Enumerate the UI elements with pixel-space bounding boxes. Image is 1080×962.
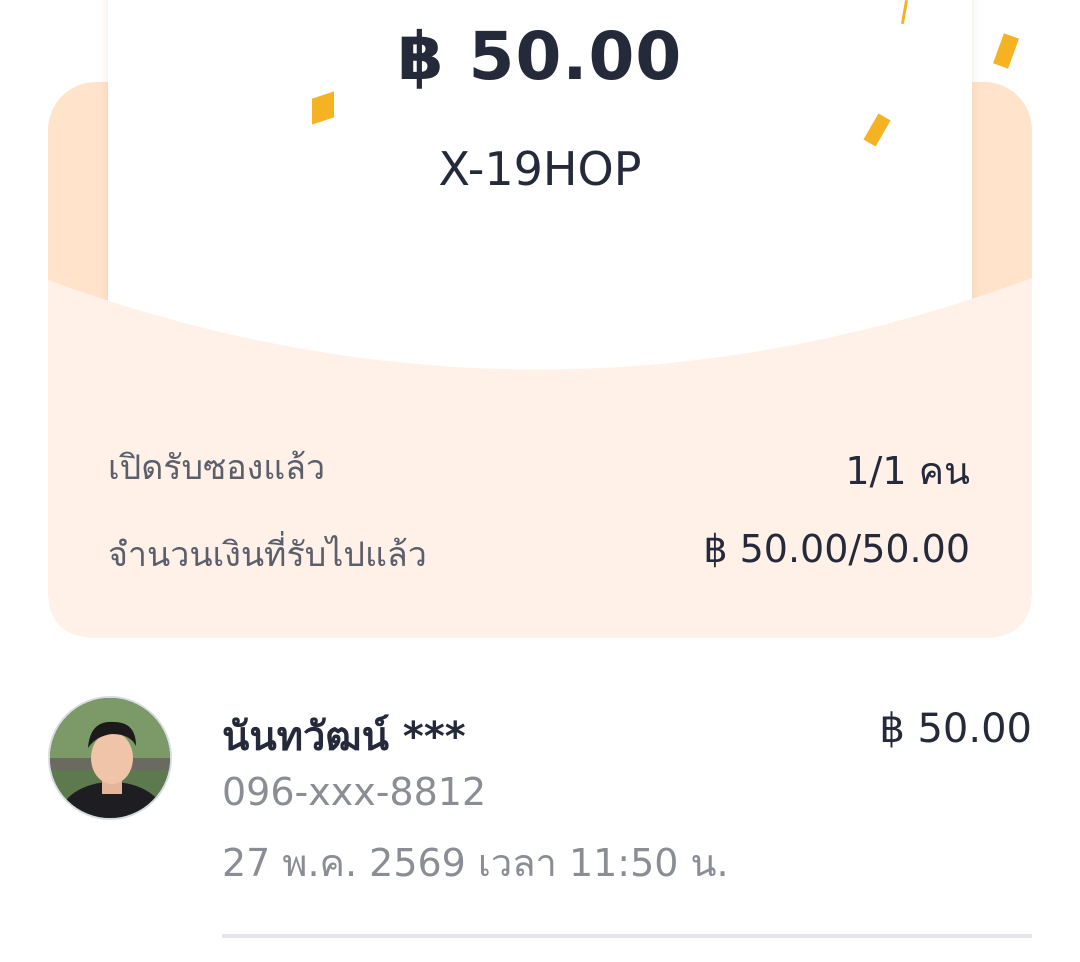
receiver-timestamp: 27 พ.ค. 2569 เวลา 11:50 น. xyxy=(222,841,729,885)
receiver-avatar xyxy=(48,696,172,820)
receiver-amount: ฿ 50.00 xyxy=(879,706,1032,752)
red-envelope-screen: ฿ 50.00 X-19HOP เปิดรับซองแล้ว 1/1 คน จำ… xyxy=(0,0,1080,962)
list-divider xyxy=(222,934,1032,938)
receiver-phone: 096-xxx-8812 xyxy=(222,770,487,814)
received-amount-value: ฿ 50.00/50.00 xyxy=(703,527,970,571)
receiver-name: นันทวัฒน์ *** xyxy=(222,714,466,760)
opened-count-label: เปิดรับซองแล้ว xyxy=(108,448,326,488)
avatar-photo-icon xyxy=(50,698,170,818)
received-amount-label: จำนวนเงินที่รับไปแล้ว xyxy=(108,535,427,575)
opened-count-value: 1/1 คน xyxy=(845,449,970,493)
